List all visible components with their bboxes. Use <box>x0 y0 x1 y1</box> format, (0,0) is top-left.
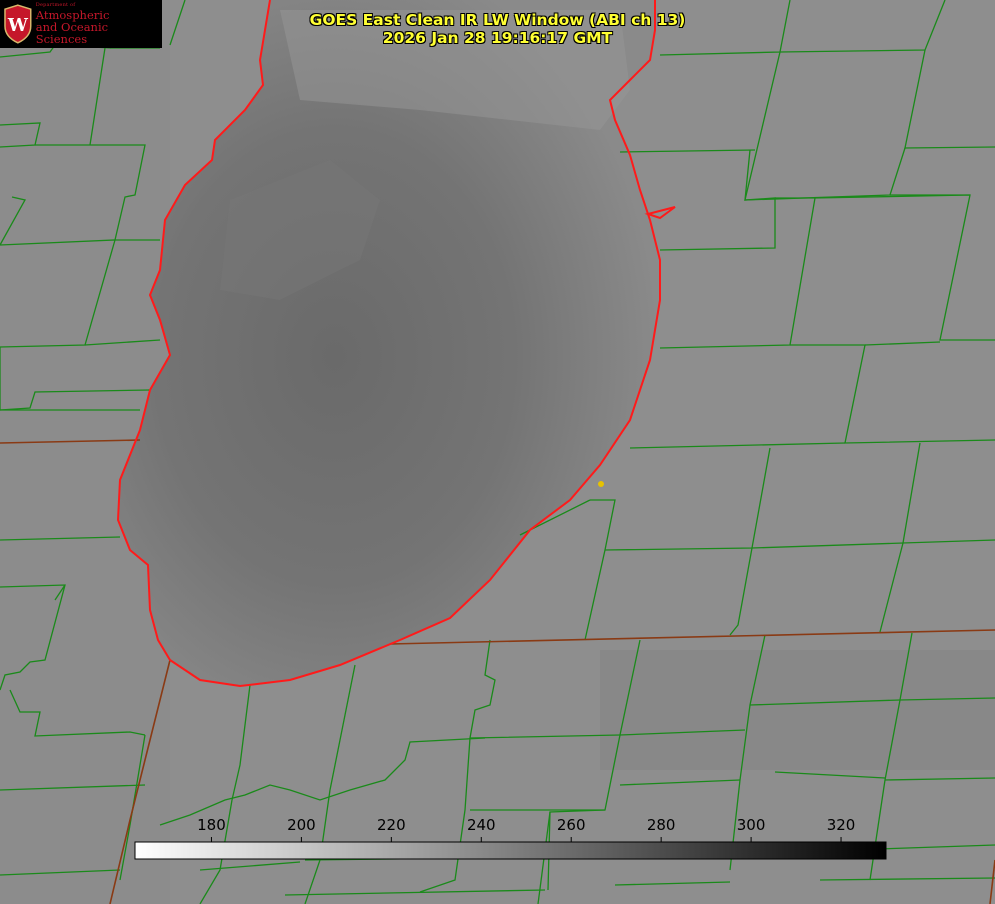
colorbar-tick-label: 240 <box>467 816 496 834</box>
colorbar-tick-label: 280 <box>647 816 676 834</box>
colorbar-tick-label: 320 <box>827 816 856 834</box>
colorbar-gradient <box>134 841 887 860</box>
image-title: GOES East Clean IR LW Window (ABI ch 13)… <box>0 11 995 47</box>
colorbar-tick-label: 300 <box>737 816 766 834</box>
land-shade-south <box>600 650 995 770</box>
colorbar-tick-label: 220 <box>377 816 406 834</box>
colorbar-tick-label: 260 <box>557 816 586 834</box>
colorbar-tick-label: 200 <box>287 816 316 834</box>
station-marker-dot[interactable] <box>598 481 604 487</box>
title-timestamp: 2026 Jan 28 19:16:17 GMT <box>382 29 613 47</box>
title-product: GOES East Clean IR LW Window (ABI ch 13) <box>309 11 686 29</box>
colorbar-tick-label: 180 <box>197 816 226 834</box>
satellite-ir-map[interactable]: 180 200 220 240 260 280 300 320 <box>0 0 995 904</box>
